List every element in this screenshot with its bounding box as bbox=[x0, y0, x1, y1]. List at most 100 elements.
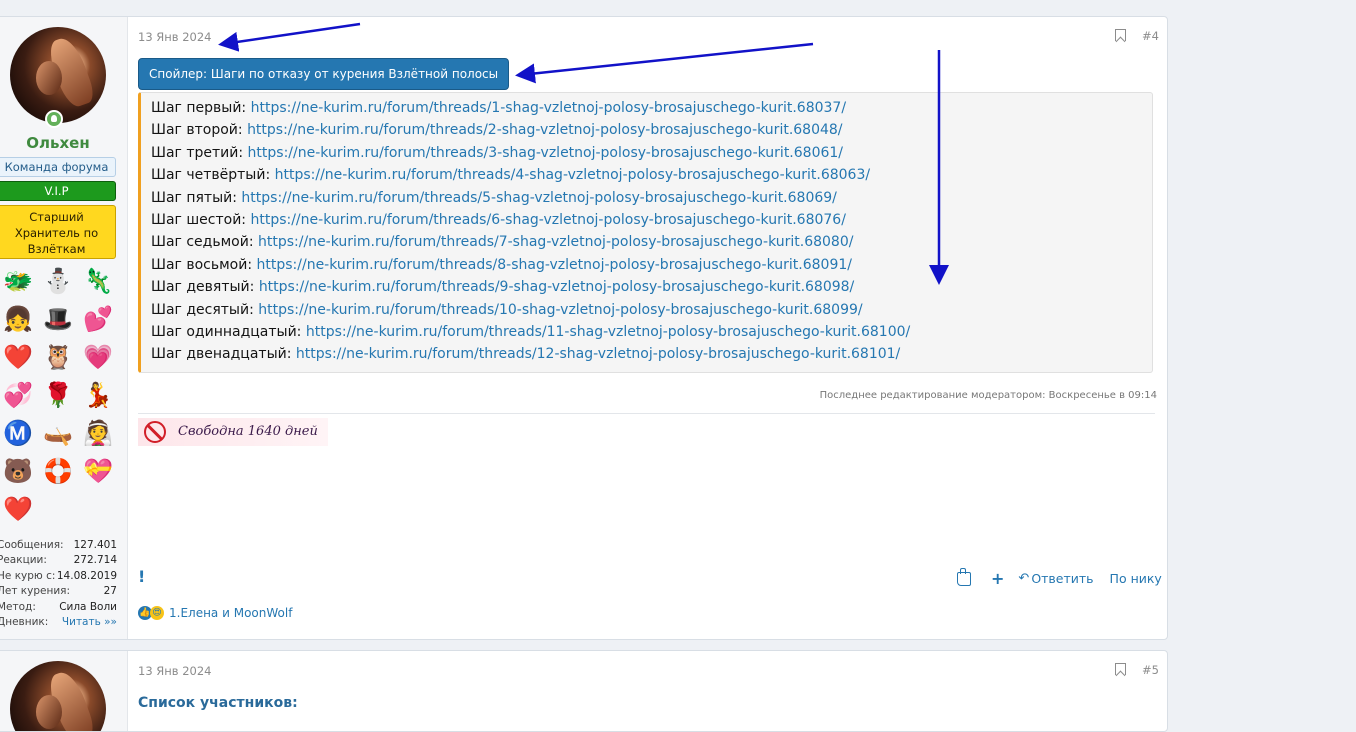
step-link[interactable]: https://ne-kurim.ru/forum/threads/6-shag… bbox=[250, 212, 845, 228]
step-line: Шаг второй: https://ne-kurim.ru/forum/th… bbox=[151, 119, 1152, 141]
step-link[interactable]: https://ne-kurim.ru/forum/threads/9-shag… bbox=[259, 279, 854, 295]
bookmark-icon[interactable] bbox=[1115, 29, 1126, 41]
post-number-2[interactable]: #5 bbox=[1142, 663, 1159, 677]
stat-row: Лет курения: 27 bbox=[0, 584, 117, 599]
user-stats: Сообщения: 127.401 Реакции: 272.714 Не курю … bbox=[0, 538, 117, 630]
step-line: Шаг первый: https://ne-kurim.ru/forum/th… bbox=[151, 97, 1152, 119]
stat-value: 14.08.2019 bbox=[56, 569, 117, 582]
react-plus-button[interactable]: + bbox=[991, 569, 1004, 588]
award-icon[interactable]: 🎩 bbox=[39, 300, 77, 338]
award-icon[interactable]: 💞 bbox=[0, 376, 37, 414]
stat-value: 127.401 bbox=[73, 539, 117, 551]
by-nick-button[interactable]: По нику bbox=[1110, 571, 1162, 586]
step-link[interactable]: https://ne-kurim.ru/forum/threads/12-sha… bbox=[296, 346, 900, 362]
step-link[interactable]: https://ne-kurim.ru/forum/threads/3-shag… bbox=[248, 145, 843, 161]
post-actions: + ↶ Ответить По нику bbox=[957, 567, 1162, 588]
stat-label: Лет курения: bbox=[0, 585, 71, 598]
stat-row: Реакции: 272.714 bbox=[0, 553, 117, 568]
step-label: Шаг шестой: bbox=[151, 212, 247, 229]
step-line: Шаг десятый: https://ne-kurim.ru/forum/t… bbox=[151, 299, 1152, 321]
award-icon[interactable]: 🦎 bbox=[79, 262, 117, 300]
no-smoking-icon bbox=[144, 421, 166, 443]
reactions-bar[interactable]: 👍 😍 1.Елена и MoonWolf bbox=[138, 606, 292, 620]
stat-row: Дневник: Читать »» bbox=[0, 615, 117, 630]
step-label: Шаг седьмой: bbox=[151, 234, 254, 251]
signature-divider bbox=[138, 413, 1155, 414]
step-label: Шаг двенадцатый: bbox=[151, 346, 292, 363]
step-link[interactable]: https://ne-kurim.ru/forum/threads/4-shag… bbox=[275, 167, 870, 183]
step-link[interactable]: https://ne-kurim.ru/forum/threads/7-shag… bbox=[258, 234, 853, 250]
like-icon[interactable] bbox=[957, 567, 971, 586]
step-line: Шаг двенадцатый: https://ne-kurim.ru/for… bbox=[151, 343, 1152, 365]
award-icon[interactable]: 🦉 bbox=[39, 338, 77, 376]
award-icon[interactable]: 🐲 bbox=[0, 262, 37, 300]
step-label: Шаг первый: bbox=[151, 100, 247, 116]
stat-label: Реакции: bbox=[0, 554, 47, 567]
user-badge-team: Команда форума bbox=[0, 157, 116, 177]
award-icon[interactable]: 💝 bbox=[79, 452, 117, 490]
award-icon[interactable]: ❤️ bbox=[0, 490, 37, 528]
award-icon[interactable]: Ⓜ️ bbox=[0, 414, 37, 452]
avatar[interactable] bbox=[10, 27, 106, 123]
stat-value[interactable]: Читать »» bbox=[62, 615, 117, 630]
award-icon[interactable]: 👧 bbox=[0, 300, 37, 338]
award-icon[interactable]: 🌹 bbox=[39, 376, 77, 414]
step-label: Шаг четвёртый: bbox=[151, 167, 271, 184]
stat-label: Метод: bbox=[0, 600, 36, 613]
step-label: Шаг одиннадцатый: bbox=[151, 324, 302, 341]
user-badge-vip: V.I.P bbox=[0, 181, 116, 201]
step-link[interactable]: https://ne-kurim.ru/forum/threads/8-shag… bbox=[257, 257, 852, 273]
signature: Свободна 1640 дней bbox=[138, 418, 328, 446]
award-icon[interactable]: 🐻 bbox=[0, 452, 37, 490]
step-link[interactable]: https://ne-kurim.ru/forum/threads/5-shag… bbox=[241, 190, 836, 206]
stat-row: Сообщения: 127.401 bbox=[0, 538, 117, 553]
step-label: Шаг второй: bbox=[151, 122, 243, 139]
online-status-icon bbox=[45, 110, 63, 128]
award-icon[interactable]: 🛶 bbox=[39, 414, 77, 452]
username[interactable]: Ольхен bbox=[0, 134, 119, 152]
step-line: Шаг пятый: https://ne-kurim.ru/forum/thr… bbox=[151, 187, 1152, 209]
step-link[interactable]: https://ne-kurim.ru/forum/threads/2-shag… bbox=[247, 122, 842, 138]
award-icon[interactable]: 💃 bbox=[79, 376, 117, 414]
step-link[interactable]: https://ne-kurim.ru/forum/threads/10-sha… bbox=[258, 302, 862, 318]
post-number[interactable]: #4 bbox=[1142, 29, 1159, 43]
step-line: Шаг шестой: https://ne-kurim.ru/forum/th… bbox=[151, 209, 1152, 231]
stat-value: 272.714 bbox=[73, 554, 117, 567]
spoiler-content: Шаг первый: https://ne-kurim.ru/forum/th… bbox=[138, 92, 1153, 373]
post-4: Ольхен Команда форума V.I.P Старший Хран… bbox=[0, 16, 1168, 640]
step-line: Шаг четвёртый: https://ne-kurim.ru/forum… bbox=[151, 164, 1152, 186]
step-link[interactable]: https://ne-kurim.ru/forum/threads/11-sha… bbox=[306, 324, 910, 340]
stat-label: Сообщения: bbox=[0, 539, 64, 551]
participants-heading: Список участников: bbox=[138, 695, 298, 711]
step-label: Шаг пятый: bbox=[151, 189, 237, 206]
award-icon[interactable]: 🛟 bbox=[39, 452, 77, 490]
step-label: Шаг третий: bbox=[151, 144, 244, 161]
step-line: Шаг седьмой: https://ne-kurim.ru/forum/t… bbox=[151, 231, 1152, 253]
avatar-2[interactable] bbox=[10, 661, 106, 731]
award-icon[interactable]: 💗 bbox=[79, 338, 117, 376]
stat-value: 27 bbox=[103, 585, 117, 598]
stat-value: Сила Воли bbox=[59, 600, 117, 613]
user-badge-keeper: Старший Хранитель по Взлёткам bbox=[0, 205, 116, 259]
award-icon[interactable]: 💕 bbox=[79, 300, 117, 338]
stat-row: Не курю с: 14.08.2019 bbox=[0, 569, 117, 584]
signature-text: Свободна 1640 дней bbox=[178, 424, 318, 439]
reactions-users[interactable]: 1.Елена и MoonWolf bbox=[169, 606, 292, 620]
user-sidebar: Ольхен Команда форума V.I.P Старший Хран… bbox=[0, 17, 128, 639]
post-date-2[interactable]: 13 Янв 2024 bbox=[138, 664, 212, 678]
step-link[interactable]: https://ne-kurim.ru/forum/threads/1-shag… bbox=[251, 100, 846, 116]
bookmark-icon-2[interactable] bbox=[1115, 663, 1126, 675]
report-icon[interactable]: ! bbox=[138, 567, 145, 586]
reply-icon[interactable]: ↶ bbox=[1018, 571, 1029, 586]
edited-note: Последнее редактирование модератором: Во… bbox=[819, 390, 1157, 401]
post-date[interactable]: 13 Янв 2024 bbox=[138, 30, 212, 44]
award-icon[interactable]: ⛄ bbox=[39, 262, 77, 300]
award-icon[interactable]: 👰 bbox=[79, 414, 117, 452]
spoiler-button[interactable]: Спойлер: Шаги по отказу от курения Взлёт… bbox=[138, 58, 510, 90]
stat-row: Метод: Сила Воли bbox=[0, 600, 117, 615]
stat-label: Не курю с: bbox=[0, 569, 56, 582]
step-line: Шаг восьмой: https://ne-kurim.ru/forum/t… bbox=[151, 254, 1152, 276]
reply-button[interactable]: Ответить bbox=[1031, 571, 1093, 586]
award-icon[interactable]: ❤️ bbox=[0, 338, 37, 376]
user-sidebar-2 bbox=[0, 651, 128, 731]
